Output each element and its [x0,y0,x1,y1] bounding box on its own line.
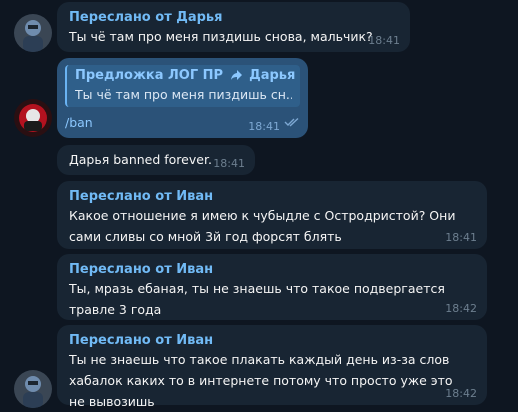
message-bubble[interactable]: Переслано от Иван Ты не знаешь что такое… [57,325,487,409]
reply-channel-name: Предложка ЛОГ ПР [75,68,224,83]
reply-title: Предложка ЛОГ ПР Дарья [75,67,296,86]
forwarded-from-label[interactable]: Переслано от Иван [69,188,475,205]
message-time: 18:42 [445,387,477,400]
message-bubble[interactable]: Переслано от Дарья Ты чё там про меня пи… [57,2,410,52]
forward-arrow-icon [230,69,243,86]
reply-forward-from: Дарья [249,68,296,83]
message-text: Ты чё там про меня пиздишь снова, мальчи… [69,29,373,44]
message-time: 18:42 [445,302,477,315]
message-text: Ты, мразь ебаная, ты не знаешь что такое… [69,281,445,317]
double-check-icon [284,112,300,131]
message-time: 18:41 [248,120,280,133]
forwarded-from-label[interactable]: Переслано от Иван [69,332,475,349]
message-time: 18:41 [213,157,245,170]
reply-preview[interactable]: Предложка ЛОГ ПР Дарья Ты чё там про мен… [65,65,300,107]
reply-text: Ты чё там про меня пиздишь сн... [75,87,292,102]
message-bubble[interactable]: Переслано от Иван Ты, мразь ебаная, ты н… [57,254,487,320]
avatar[interactable] [14,370,52,408]
forwarded-from-label[interactable]: Переслано от Дарья [69,9,398,26]
message-bubble-outgoing[interactable]: Предложка ЛОГ ПР Дарья Ты чё там про мен… [57,58,308,138]
message-time: 18:41 [368,34,400,47]
message-text: Какое отношение я имею к чубыдле с Остро… [69,208,456,244]
message-bubble[interactable]: Дарья banned forever. 18:41 [57,145,255,175]
avatar[interactable] [14,14,52,52]
message-time: 18:41 [445,231,477,244]
message-text: Ты не знаешь что такое плакать каждый де… [69,352,453,409]
message-bubble[interactable]: Переслано от Иван Какое отношение я имею… [57,181,487,249]
avatar[interactable] [14,99,52,137]
forwarded-from-label[interactable]: Переслано от Иван [69,261,475,278]
